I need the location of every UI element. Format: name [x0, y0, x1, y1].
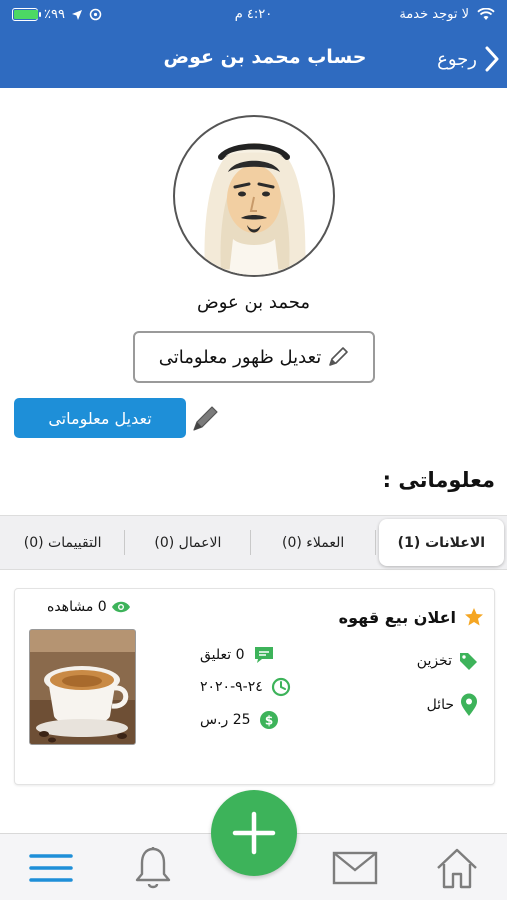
comments-count: 0 تعليق	[200, 647, 245, 663]
edit-info-button[interactable]: تعديل معلوماتى	[14, 398, 186, 438]
svg-text:$: $	[264, 714, 272, 728]
comments-row: 0 تعليق	[200, 645, 275, 665]
ad-title-row: اعلان بيع قهوه	[339, 607, 484, 627]
chevron-right-icon	[485, 46, 499, 72]
section-title: معلوماتى :	[382, 468, 495, 492]
carrier-text: لا توجد خدمة	[399, 7, 469, 22]
comment-icon	[254, 647, 273, 663]
star-icon	[465, 608, 483, 626]
category-row: تخزين	[417, 651, 478, 671]
edit-info-label: تعديل معلوماتى	[48, 408, 152, 428]
nav-bar: حساب محمد بن عوض رجوع	[0, 30, 507, 88]
wifi-icon	[477, 8, 495, 20]
ad-card[interactable]: اعلان بيع قهوه 0 مشاهده تخزين حائل 0 تعل…	[14, 588, 495, 785]
ad-city: حائل	[426, 697, 454, 713]
edit-visibility-button[interactable]: تعديل ظهور معلوماتى	[133, 331, 375, 383]
back-button[interactable]: رجوع	[437, 40, 499, 78]
edit-visibility-label: تعديل ظهور معلوماتى	[158, 346, 322, 368]
ad-price: 25 ر.س	[200, 712, 251, 728]
messages-tab[interactable]	[330, 846, 380, 890]
profile-name: محمد بن عوض	[196, 292, 311, 313]
tab-label: التقييمات (0)	[23, 534, 102, 551]
segmented-tabs: الاعلانات (1) العملاء (0) الاعمال (0) ال…	[0, 515, 507, 570]
tab-works[interactable]: الاعمال (0)	[125, 516, 251, 569]
back-label: رجوع	[437, 48, 477, 70]
add-button[interactable]	[211, 790, 297, 876]
plus-icon	[232, 811, 276, 855]
status-bar: ٪٩٩ ٤:٢٠ م لا توجد خدمة	[0, 0, 507, 30]
ad-date: ٢٤-٩-٢٠٢٠	[200, 679, 263, 695]
home-icon	[437, 848, 477, 889]
menu-tab[interactable]	[26, 846, 76, 890]
pencil-icon[interactable]	[190, 402, 220, 434]
views-row: 0 مشاهده	[47, 599, 131, 615]
mail-icon	[332, 851, 378, 885]
tab-label: العملاء (0)	[282, 534, 345, 551]
coffee-cup-illustration	[30, 630, 135, 744]
ad-image[interactable]	[29, 629, 136, 745]
ad-title: اعلان بيع قهوه	[338, 607, 456, 627]
clock-icon	[271, 677, 290, 697]
tab-label: الاعلانات (1)	[397, 534, 486, 551]
status-right: لا توجد خدمة	[399, 7, 495, 22]
tab-ratings[interactable]: التقييمات (0)	[0, 516, 126, 569]
eye-icon	[111, 601, 130, 613]
pencil-icon	[329, 347, 349, 366]
avatar-illustration	[204, 143, 306, 275]
date-row: ٢٤-٩-٢٠٢٠	[200, 677, 291, 697]
location-pin-icon	[461, 693, 477, 716]
ad-category: تخزين	[416, 653, 452, 669]
bell-icon	[135, 847, 171, 889]
tab-ads[interactable]: الاعلانات (1)	[378, 519, 504, 566]
avatar	[173, 115, 335, 277]
price-row: $ 25 ر.س	[200, 710, 279, 730]
tag-icon	[460, 653, 477, 670]
tab-label: الاعمال (0)	[154, 534, 222, 551]
page-title: حساب محمد بن عوض	[163, 46, 367, 68]
notifications-tab[interactable]	[128, 846, 178, 890]
dollar-icon: $	[259, 711, 278, 729]
views-count: 0 مشاهده	[47, 599, 107, 615]
city-row: حائل	[427, 693, 478, 717]
menu-icon	[29, 854, 73, 882]
home-tab[interactable]	[432, 846, 482, 890]
tab-customers[interactable]: العملاء (0)	[251, 516, 377, 569]
